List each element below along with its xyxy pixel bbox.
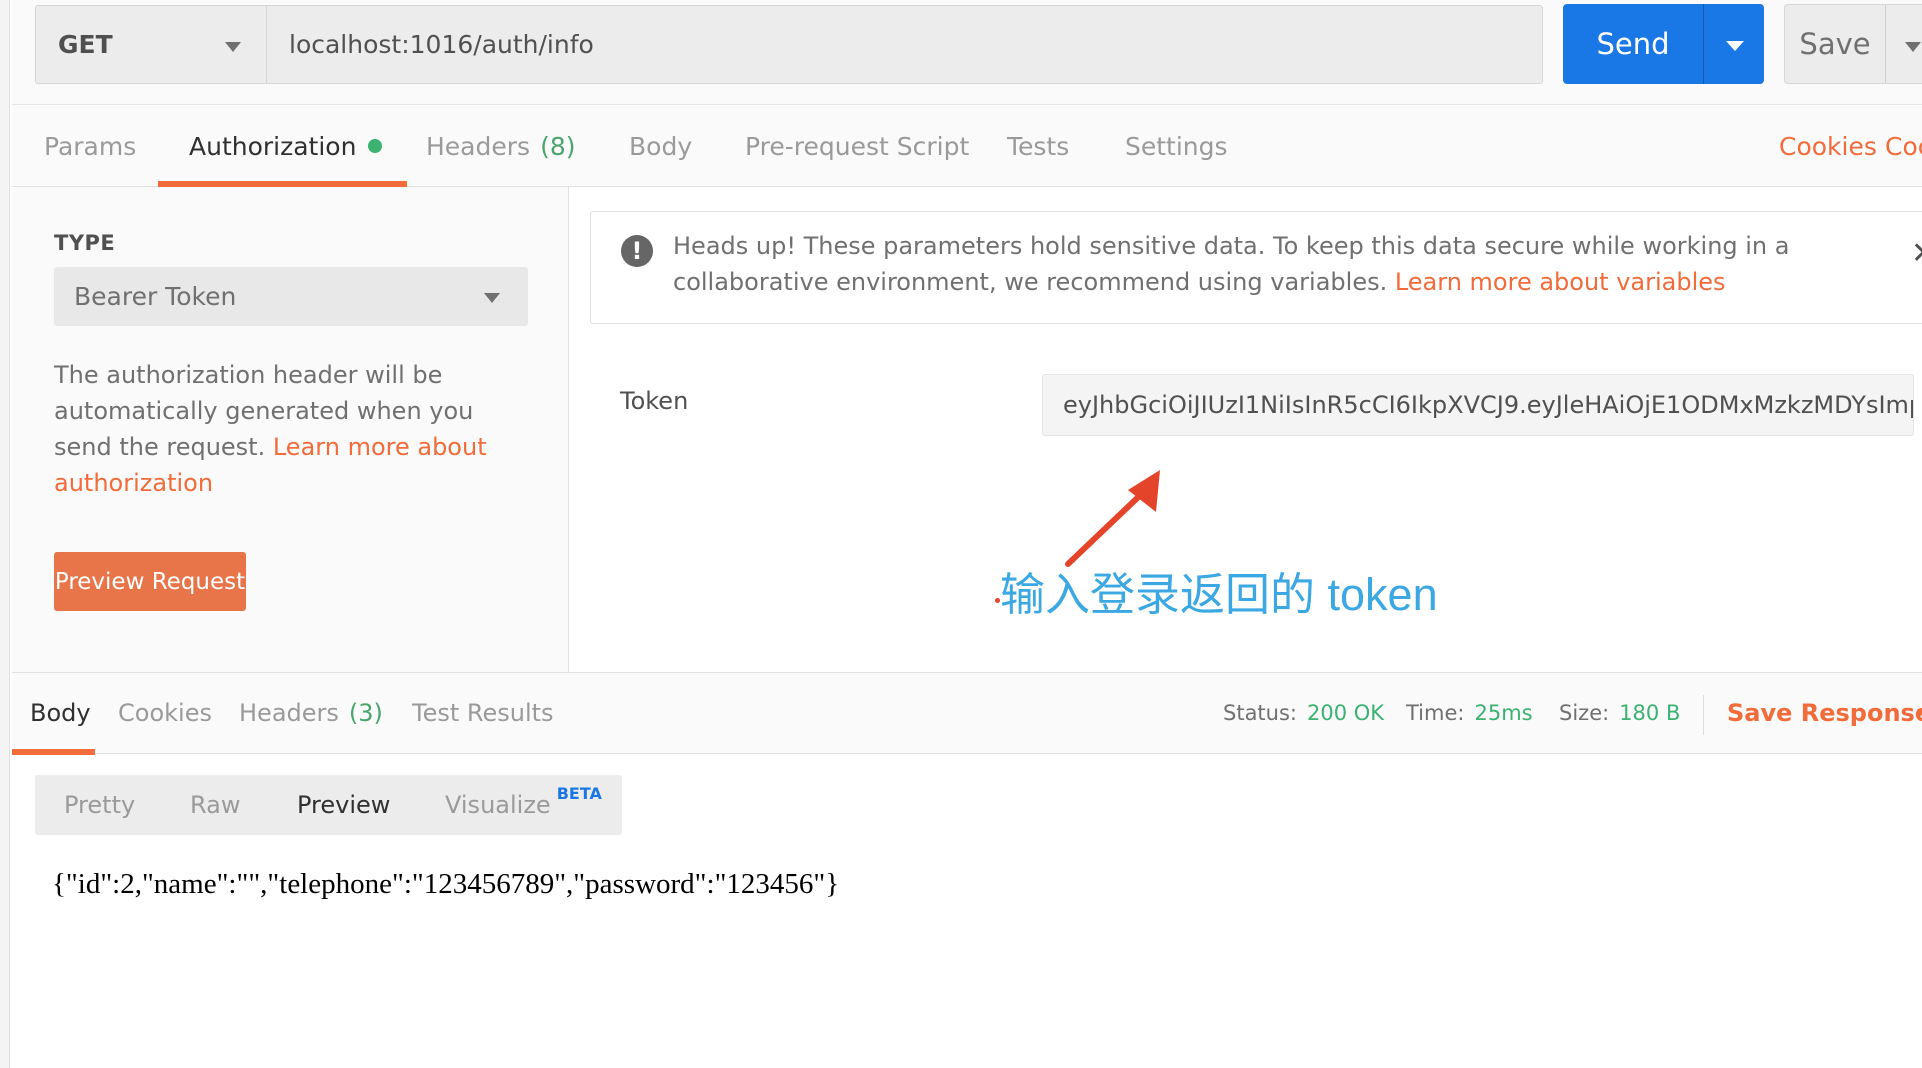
status-readout: Status: 200 OK <box>1223 673 1384 753</box>
chevron-down-icon <box>225 42 241 52</box>
meta-divider <box>1703 695 1704 735</box>
tab-tests-label: Tests <box>1007 131 1070 161</box>
view-preview[interactable]: Preview <box>297 775 390 835</box>
code-link-label: Coc <box>1885 131 1922 161</box>
type-label: TYPE <box>54 231 116 255</box>
alert-message: Heads up! These parameters hold sensitiv… <box>673 228 1853 300</box>
chevron-down-icon <box>484 293 500 303</box>
tab-body[interactable]: Body <box>629 105 692 187</box>
response-tab-body[interactable]: Body <box>30 673 91 753</box>
view-raw[interactable]: Raw <box>190 775 240 835</box>
tab-body-label: Body <box>629 131 693 161</box>
close-icon[interactable]: ✕ <box>1911 236 1922 271</box>
request-tabs: Params Authorization Headers (8) Body Pre… <box>12 105 1922 187</box>
response-view-modes: Pretty Raw Preview Visualize BETA <box>35 775 622 835</box>
url-input[interactable]: localhost:1016/auth/info <box>267 5 1543 84</box>
send-button[interactable]: Send <box>1563 4 1764 84</box>
view-preview-label: Preview <box>297 791 391 819</box>
tab-headers-count: (8) <box>540 131 576 161</box>
view-pretty[interactable]: Pretty <box>64 775 135 835</box>
token-input[interactable]: eyJhbGciOiJIUzI1NiIsInR5cCI6IkpXVCJ9.eyJ… <box>1042 374 1914 436</box>
tab-pre-request-script[interactable]: Pre-request Script <box>745 105 969 187</box>
learn-more-variables-link[interactable]: Learn more about variables <box>1395 268 1726 296</box>
code-link[interactable]: Coc <box>1885 105 1922 187</box>
active-response-tab-indicator <box>12 749 95 755</box>
preview-request-button[interactable]: Preview Request <box>54 552 246 611</box>
send-divider <box>1703 4 1704 84</box>
size-value: 180 B <box>1619 701 1681 725</box>
response-tab-headers-label: Headers <box>239 699 339 727</box>
auth-type-select[interactable]: Bearer Token <box>54 267 528 326</box>
tab-headers-label: Headers <box>426 131 531 161</box>
status-label: Status: <box>1223 701 1297 725</box>
response-body: {"id":2,"name":"","telephone":"123456789… <box>52 868 840 900</box>
time-label: Time: <box>1406 701 1465 725</box>
status-value: 200 OK <box>1307 701 1385 725</box>
save-chevron-down-icon[interactable] <box>1905 42 1921 52</box>
method-label: GET <box>58 30 113 59</box>
time-readout: Time: 25ms <box>1406 673 1533 753</box>
response-tabs: Body Cookies Headers (3) Test Results Sta… <box>12 672 1922 755</box>
send-chevron-down-icon[interactable] <box>1726 41 1744 51</box>
response-tab-headers[interactable]: Headers (3) <box>239 673 383 753</box>
sensitive-data-alert: ! Heads up! These parameters hold sensit… <box>590 211 1922 324</box>
time-value: 25ms <box>1474 701 1533 725</box>
view-pretty-label: Pretty <box>64 791 136 819</box>
auth-type-value: Bearer Token <box>74 282 237 311</box>
beta-badge: BETA <box>556 783 602 803</box>
tab-headers[interactable]: Headers (8) <box>426 105 575 187</box>
tab-authorization-label: Authorization <box>189 131 357 161</box>
auth-type-panel: TYPE Bearer Token The authorization head… <box>12 187 569 672</box>
size-readout: Size: 180 B <box>1559 673 1680 753</box>
response-headers-count: (3) <box>348 699 383 727</box>
warning-icon: ! <box>621 235 653 267</box>
tab-settings[interactable]: Settings <box>1125 105 1228 187</box>
window-left-edge <box>0 0 10 1068</box>
response-tab-cookies-label: Cookies <box>118 699 212 727</box>
annotation-text-cn: 输入登录返回的 <box>1000 568 1316 621</box>
method-select[interactable]: GET <box>35 5 267 84</box>
tab-pre-request-label: Pre-request Script <box>745 131 970 161</box>
save-divider <box>1885 5 1886 83</box>
view-visualize[interactable]: Visualize BETA <box>445 775 602 835</box>
token-label: Token <box>620 387 689 415</box>
cookies-link-label: Cookies <box>1779 131 1877 161</box>
cookies-link[interactable]: Cookies <box>1779 105 1877 187</box>
save-button[interactable]: Save <box>1784 4 1922 84</box>
tab-params-label: Params <box>44 131 137 161</box>
annotation-arrow-icon <box>1065 470 1160 567</box>
response-tab-test-results-label: Test Results <box>412 699 554 727</box>
response-tab-body-label: Body <box>30 699 91 727</box>
tab-tests[interactable]: Tests <box>1007 105 1069 187</box>
annotation-text-token: token <box>1315 569 1438 620</box>
annotation-text: 输入登录返回的 token <box>1000 558 1438 623</box>
save-response-button[interactable]: Save Response <box>1727 673 1922 753</box>
active-dot-icon <box>368 139 383 153</box>
size-label: Size: <box>1559 701 1610 725</box>
response-tab-cookies[interactable]: Cookies <box>118 673 212 753</box>
save-response-chevron-icon[interactable] <box>1917 709 1922 717</box>
response-tab-test-results[interactable]: Test Results <box>412 673 554 753</box>
view-visualize-label: Visualize <box>445 791 551 819</box>
send-label: Send <box>1596 27 1670 61</box>
save-label: Save <box>1799 27 1871 61</box>
tab-settings-label: Settings <box>1125 131 1228 161</box>
tab-params[interactable]: Params <box>44 105 136 187</box>
view-raw-label: Raw <box>190 791 241 819</box>
tab-authorization[interactable]: Authorization <box>189 105 383 187</box>
auth-description: The authorization header will be automat… <box>54 357 524 501</box>
